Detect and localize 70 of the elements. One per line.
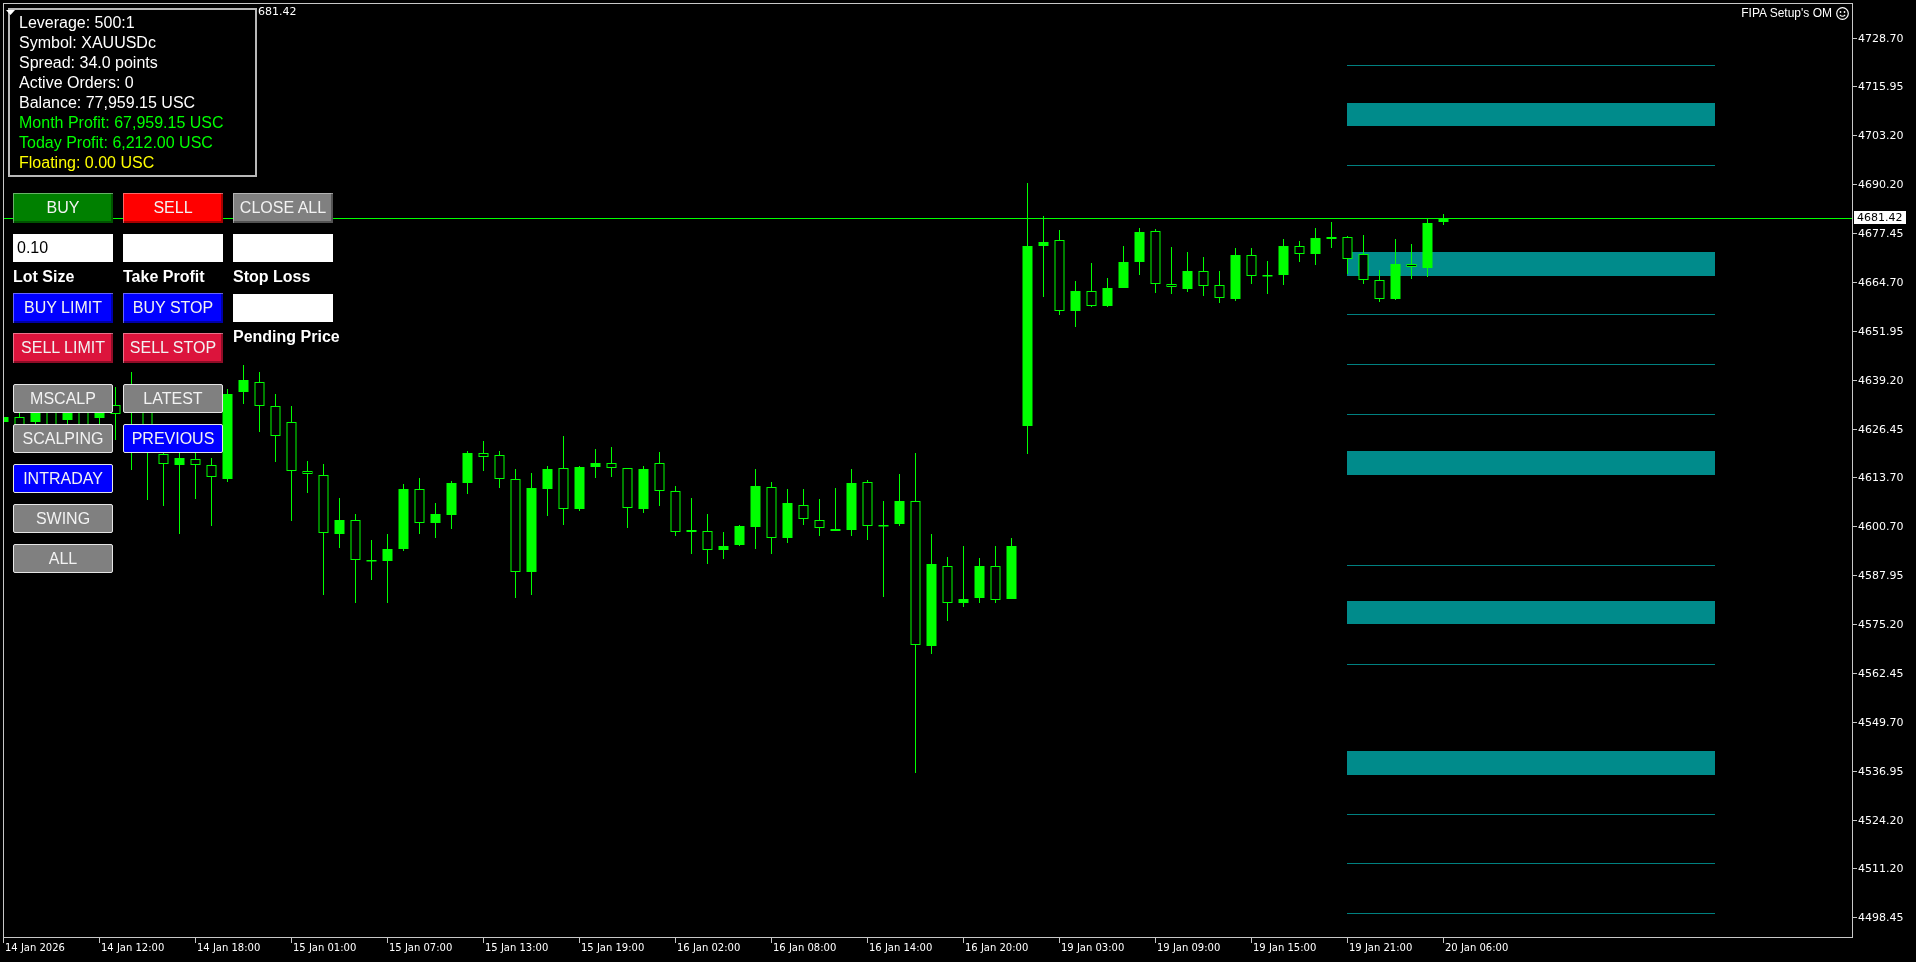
time-label: 16 Jan 20:00 — [965, 942, 1029, 955]
price-label: 4651.95 — [1858, 324, 1904, 338]
filter-button[interactable]: PREVIOUS — [123, 424, 223, 453]
time-label: 16 Jan 08:00 — [773, 942, 837, 955]
info-text: Active Orders: 0 — [19, 73, 134, 93]
price-label: 4536.95 — [1858, 764, 1904, 778]
input-field[interactable] — [233, 234, 333, 262]
price-label: 4639.20 — [1858, 373, 1904, 387]
order-button[interactable]: SELL LIMIT — [13, 333, 113, 363]
info-text: Month Profit: 67,959.15 USC — [19, 113, 224, 133]
field-label: Lot Size — [13, 267, 75, 287]
order-button[interactable]: BUY LIMIT — [13, 293, 113, 323]
price-label: 4626.45 — [1858, 422, 1904, 436]
time-label: 15 Jan 19:00 — [581, 942, 645, 955]
info-text: Leverage: 500:1 — [19, 13, 135, 33]
input-field[interactable]: 0.10 — [13, 234, 113, 262]
price-label: 4562.45 — [1858, 666, 1904, 680]
price-label: 4498.45 — [1858, 911, 1904, 925]
time-label: 14 Jan 2026 — [5, 942, 65, 955]
time-label: 15 Jan 13:00 — [485, 942, 549, 955]
order-button[interactable]: BUY — [13, 193, 113, 223]
price-label: 4703.20 — [1858, 129, 1904, 143]
price-label: 4511.20 — [1858, 862, 1904, 876]
filter-button[interactable]: INTRADAY — [13, 464, 113, 493]
time-label: 19 Jan 03:00 — [1061, 942, 1125, 955]
filter-button[interactable]: SWING — [13, 504, 113, 533]
time-label: 15 Jan 01:00 — [293, 942, 357, 955]
price-label: 4715.95 — [1858, 80, 1904, 94]
filter-button[interactable]: ALL — [13, 544, 113, 573]
input-field[interactable] — [123, 234, 223, 262]
price-label: 4728.70 — [1858, 31, 1904, 45]
price-text: 681.42 — [258, 5, 297, 18]
price-label: 4690.20 — [1858, 178, 1904, 192]
field-label: Take Profit — [123, 267, 205, 287]
order-button[interactable]: SELL STOP — [123, 333, 223, 363]
price-label: 4524.20 — [1858, 813, 1904, 827]
info-text: Spread: 34.0 points — [19, 53, 158, 73]
price-label: 4575.20 — [1858, 618, 1904, 631]
price-label: 4600.70 — [1858, 520, 1904, 534]
time-label: 19 Jan 15:00 — [1253, 942, 1317, 955]
filter-button[interactable]: MSCALP — [13, 384, 113, 413]
order-button[interactable]: SELL — [123, 193, 223, 223]
price-label: 4613.70 — [1858, 471, 1904, 485]
indicator-name: FIPA Setup's OM — [1741, 6, 1832, 20]
time-label: 14 Jan 12:00 — [101, 942, 165, 955]
field-label: Stop Loss — [233, 267, 311, 287]
time-label: 16 Jan 14:00 — [869, 942, 933, 955]
current-price-label: 4681.42 — [1854, 211, 1906, 224]
time-label: 14 Jan 18:00 — [197, 942, 261, 955]
info-text: Symbol: XAUUSDc — [19, 33, 156, 53]
info-text: Today Profit: 6,212.00 USC — [19, 133, 213, 153]
order-button[interactable]: BUY STOP — [123, 293, 223, 323]
smiley-icon — [1836, 6, 1849, 20]
time-label: 19 Jan 09:00 — [1157, 942, 1221, 955]
time-label: 16 Jan 02:00 — [677, 942, 741, 955]
info-text: Balance: 77,959.15 USC — [19, 93, 196, 113]
time-label: 19 Jan 21:00 — [1349, 942, 1413, 955]
price-label: 4587.95 — [1858, 569, 1904, 583]
filter-button[interactable]: LATEST — [123, 384, 223, 413]
down-triangle-icon[interactable] — [6, 10, 15, 15]
info-text: Floating: 0.00 USC — [19, 153, 155, 173]
time-label: 20 Jan 06:00 — [1445, 942, 1509, 955]
price-label: 4677.45 — [1858, 227, 1904, 240]
price-label: 4549.70 — [1858, 715, 1904, 729]
filter-button[interactable]: SCALPING — [13, 424, 113, 453]
order-button[interactable]: CLOSE ALL — [233, 193, 333, 223]
price-label: 4664.70 — [1858, 275, 1904, 289]
time-label: 15 Jan 07:00 — [389, 942, 453, 955]
field-label: Pending Price — [233, 327, 340, 347]
input-field[interactable] — [233, 294, 333, 322]
